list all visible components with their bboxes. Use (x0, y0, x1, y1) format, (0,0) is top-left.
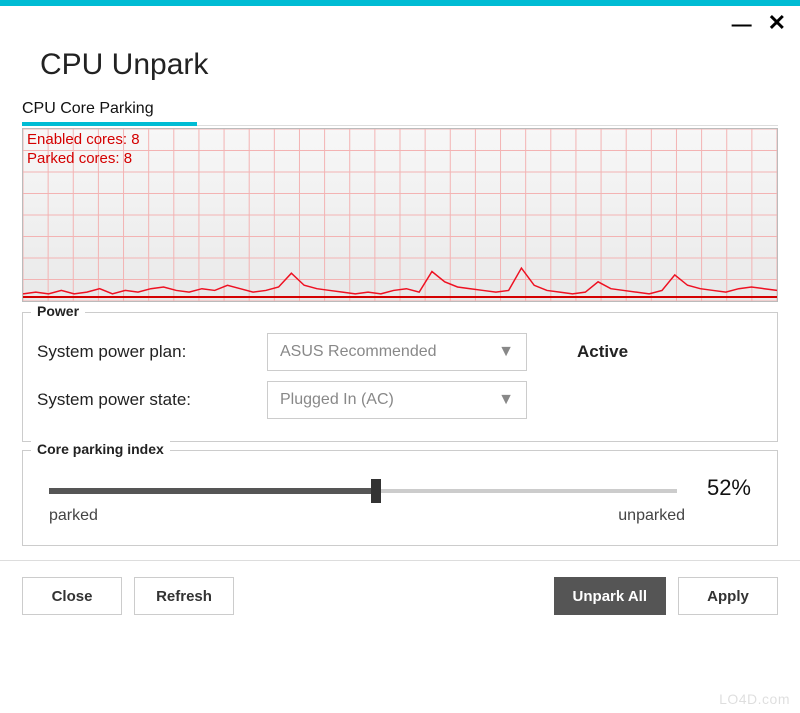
watermark: LO4D.com (719, 691, 790, 707)
section-header-label: CPU Core Parking (22, 100, 154, 122)
slider-fill (49, 488, 376, 494)
page-title: CPU Unpark (0, 34, 800, 100)
button-bar: Close Refresh Unpark All Apply (0, 560, 800, 631)
slider-labels: parked unparked (43, 507, 757, 525)
core-index-group: Core parking index 52% parked unparked (22, 450, 778, 546)
spacer (246, 577, 542, 615)
section-header: CPU Core Parking (0, 100, 800, 122)
close-icon[interactable]: ✕ (768, 12, 786, 34)
power-plan-value: ASUS Recommended (280, 343, 437, 361)
chevron-down-icon: ▼ (498, 391, 514, 409)
apply-button[interactable]: Apply (678, 577, 778, 615)
power-state-label: System power state: (37, 390, 267, 410)
slider-left-label: parked (49, 507, 98, 525)
graph-overlay-labels: Enabled cores: 8 Parked cores: 8 (27, 131, 140, 169)
cpu-activity-graph: Enabled cores: 8 Parked cores: 8 (22, 128, 778, 302)
slider-right-label: unparked (618, 507, 685, 525)
power-state-dropdown[interactable]: Plugged In (AC) ▼ (267, 381, 527, 419)
unpark-all-button[interactable]: Unpark All (554, 577, 666, 615)
power-group: Power System power plan: ASUS Recommende… (22, 312, 778, 442)
titlebar: — ✕ (0, 6, 800, 34)
section-underline-row (0, 122, 800, 126)
slider-thumb[interactable] (371, 479, 381, 503)
power-state-row: System power state: Plugged In (AC) ▼ (37, 381, 763, 419)
enabled-cores-label: Enabled cores: 8 (27, 131, 140, 150)
chevron-down-icon: ▼ (498, 343, 514, 361)
accent-bar (0, 0, 800, 6)
refresh-button[interactable]: Refresh (134, 577, 234, 615)
power-plan-status: Active (577, 342, 628, 362)
power-plan-dropdown[interactable]: ASUS Recommended ▼ (267, 333, 527, 371)
slider-percent: 52% (707, 475, 751, 501)
section-underline-rest (197, 125, 778, 126)
minimize-icon[interactable]: — (732, 15, 752, 35)
close-button[interactable]: Close (22, 577, 122, 615)
parked-cores-label: Parked cores: 8 (27, 150, 140, 169)
power-plan-row: System power plan: ASUS Recommended ▼ Ac… (37, 333, 763, 371)
power-plan-label: System power plan: (37, 342, 267, 362)
power-legend: Power (31, 303, 85, 319)
core-index-legend: Core parking index (31, 441, 170, 457)
section-underline-active (22, 122, 197, 126)
core-index-slider[interactable]: 52% (49, 489, 677, 493)
power-state-value: Plugged In (AC) (280, 391, 394, 409)
